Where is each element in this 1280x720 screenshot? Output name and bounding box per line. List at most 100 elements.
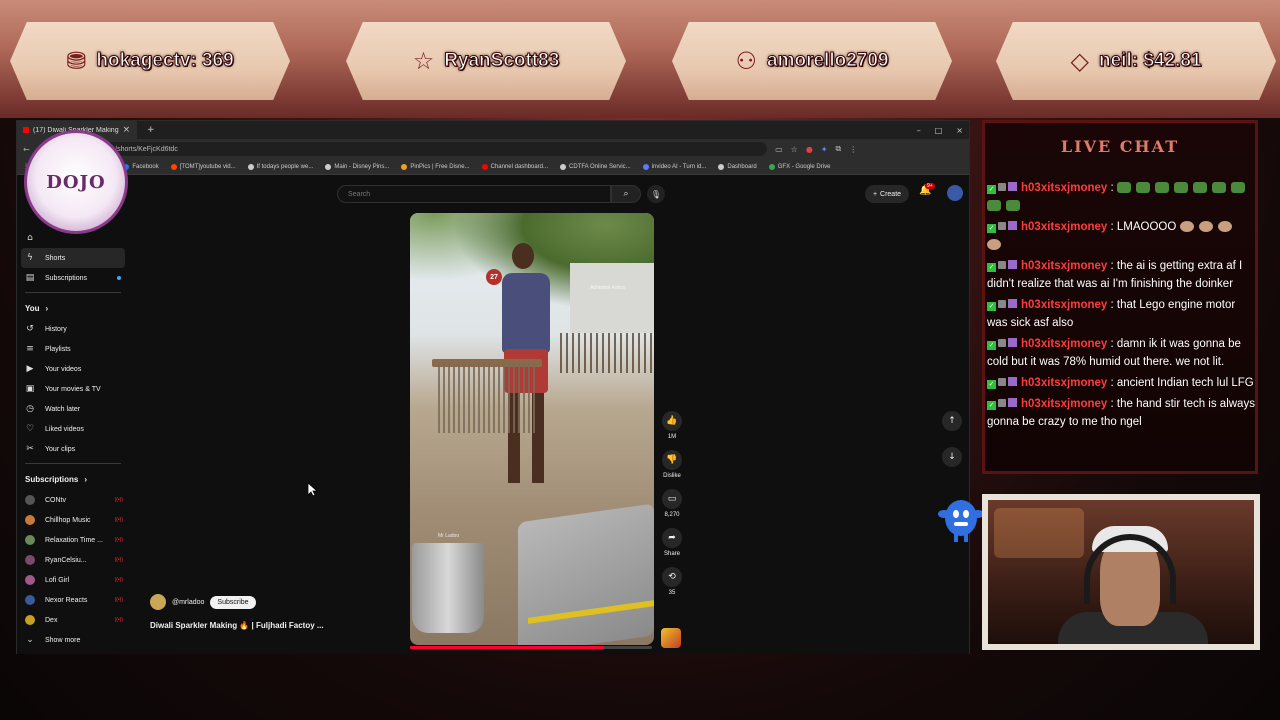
video-scene-fence <box>560 333 654 373</box>
bookmark-item[interactable]: PinPics | Free Disne... <box>401 163 470 170</box>
sidebar-item[interactable]: ↺ History <box>17 319 129 339</box>
sidebar-subscription[interactable]: Dex ((•)) <box>17 610 129 630</box>
video-tray <box>518 503 654 645</box>
sidebar-item[interactable]: ✂ Your clips <box>17 439 129 459</box>
avatar[interactable] <box>947 185 963 201</box>
sidebar-subscription[interactable]: CONtv ((•)) <box>17 490 129 510</box>
subscribe-button[interactable]: Subscribe <box>210 595 256 609</box>
channel-name[interactable]: @mrladoo <box>172 599 204 606</box>
coin-stack-icon: ⛃ <box>66 47 87 75</box>
sidebar-subscription[interactable]: Chillhop Music ((•)) <box>17 510 129 530</box>
sidebar-item[interactable]: ▶ Your videos <box>17 359 129 379</box>
browser-window: (17) Diwali Sparkler Making × + – □ × ← … <box>16 120 970 654</box>
previous-short-button[interactable]: ↑ <box>942 411 962 431</box>
show-more-button[interactable]: ⌄ Show more <box>17 630 129 650</box>
bookmark-item[interactable]: Dashboard <box>718 163 757 170</box>
subscriber-badge-icon <box>1008 377 1017 386</box>
video-sparkler-rack <box>438 363 538 433</box>
avatar <box>25 515 35 525</box>
bookmark-favicon-icon <box>247 163 254 170</box>
next-short-button[interactable]: ↓ <box>942 447 962 467</box>
short-title[interactable]: Diwali Sparkler Making 🔥 | Fuljhadi Fact… <box>150 621 324 630</box>
action-thumbs-down[interactable]: 👎 Dislike <box>661 450 683 479</box>
emote-icon <box>1230 182 1245 194</box>
voice-search-button[interactable]: 🎙 <box>647 185 665 203</box>
bookmark-item[interactable]: CDTFA Online Servic... <box>560 163 631 170</box>
minimize-icon[interactable]: – <box>917 126 921 135</box>
sound-thumbnail[interactable] <box>661 628 681 648</box>
watch-later-icon: ◷ <box>26 404 34 414</box>
cast-icon[interactable]: ▭ <box>775 145 783 154</box>
sidebar-subscription[interactable]: Lofi Girl ((•)) <box>17 570 129 590</box>
video-progress-bar[interactable] <box>410 646 652 649</box>
close-tab-icon[interactable]: × <box>123 125 131 135</box>
bookmark-star-icon[interactable]: ☆ <box>791 145 798 154</box>
channel-avatar[interactable] <box>150 594 166 610</box>
webcam-background-light <box>994 508 1084 558</box>
extension-icon[interactable]: ✦ <box>821 145 828 154</box>
chat-title: LIVE CHAT <box>1060 137 1180 156</box>
emote-icon <box>1211 182 1226 194</box>
sidebar-section-subscriptions[interactable]: Subscriptions › <box>17 468 129 490</box>
video-watermark: Abhishek Ashra <box>590 285 625 291</box>
bookmark-label: PinPics | Free Disne... <box>410 163 470 170</box>
url-field[interactable]: youtube.com/shorts/KeFjcKd6tdc <box>67 142 768 156</box>
bookmark-item[interactable]: Channel dashboard... <box>481 163 548 170</box>
sidebar-section-you[interactable]: You › <box>17 297 129 319</box>
emote-icon <box>1006 200 1020 212</box>
bookmark-item[interactable]: GFX - Google Drive <box>768 163 831 170</box>
sidebar-item[interactable]: ▣ Your movies & TV <box>17 379 129 399</box>
plaque-top-donation: ◇ neil: $42.81 <box>996 22 1276 100</box>
sidebar-item-label: Dex <box>45 616 58 624</box>
action-comment[interactable]: ▭ 8,270 <box>661 489 683 518</box>
live-indicator-icon: ((•)) <box>114 597 123 603</box>
close-window-icon[interactable]: × <box>956 126 963 135</box>
sidebar-subscription[interactable]: Relaxation Time ... ((•)) <box>17 530 129 550</box>
menu-icon[interactable]: ⋮ <box>849 145 857 154</box>
bookmark-label: GFX - Google Drive <box>777 163 831 170</box>
new-tab-button[interactable]: + <box>147 125 155 135</box>
sidebar-item[interactable]: ♡ Liked videos <box>17 419 129 439</box>
search-input[interactable]: Search <box>337 185 611 203</box>
bookmark-item[interactable]: [TOMT]youtube vid... <box>170 163 236 170</box>
tab-bar: (17) Diwali Sparkler Making × + – □ × <box>17 121 969 139</box>
chat-separator: : <box>1107 221 1117 233</box>
bookmark-item[interactable]: Facebook <box>123 163 159 170</box>
chat-username: h03xitsxjmoney <box>1021 260 1108 272</box>
sidebar-item-shorts[interactable]: ϟ Shorts <box>21 248 125 268</box>
video-bucket <box>412 543 484 633</box>
sidebar-item[interactable]: ≡ Playlists <box>17 339 129 359</box>
action-remix[interactable]: ⟲ 35 <box>661 567 683 596</box>
sidebar-item-subscriptions[interactable]: ▤ Subscriptions <box>17 268 129 288</box>
sidebar-subscription[interactable]: RyanCelsiu... ((•)) <box>17 550 129 570</box>
live-indicator-icon: ((•)) <box>114 617 123 623</box>
chat-message: ✓ h03xitsxjmoney : that Lego engine motor… <box>985 296 1255 332</box>
extension-icon[interactable]: ● <box>806 145 813 154</box>
sidebar-subscription[interactable]: Nexor Reacts ((•)) <box>17 590 129 610</box>
window-controls: – □ × <box>917 126 969 135</box>
puzzle-icon[interactable]: ⧉ <box>836 144 842 154</box>
verified-badge-icon: ✓ <box>987 302 996 311</box>
bookmark-item[interactable]: If todays people we... <box>247 163 313 170</box>
search-button[interactable]: ⌕ <box>611 185 641 203</box>
moderator-badge-icon <box>998 300 1006 308</box>
emote-icon <box>1198 221 1213 233</box>
sidebar-item[interactable]: ◷ Watch later <box>17 399 129 419</box>
action-thumbs-up[interactable]: 👍 1M <box>661 411 683 440</box>
plaque-top-sub: ☆ RyanScott83 <box>346 22 626 100</box>
bookmark-item[interactable]: invideo AI - Turn id... <box>642 163 706 170</box>
bookmark-item[interactable]: Main - Disney Pins... <box>325 163 389 170</box>
maximize-icon[interactable]: □ <box>935 126 943 135</box>
back-icon[interactable]: ← <box>23 145 30 154</box>
create-button[interactable]: + Create <box>865 185 909 203</box>
sidebar-item-label: Subscriptions <box>45 274 88 282</box>
short-video-player[interactable]: 27 Abhishek Ashra Mr Ladoo <box>410 213 654 645</box>
sidebar-item-label: History <box>45 325 67 333</box>
mascot-character-icon <box>938 500 984 542</box>
avatar <box>25 555 35 565</box>
action-share[interactable]: ➦ Share <box>661 528 683 557</box>
chat-message: ✓ h03xitsxjmoney : the hand stir tech is … <box>985 395 1255 431</box>
subscriber-badge-icon <box>1008 299 1017 308</box>
avatar <box>25 615 35 625</box>
video-scene-wall <box>570 263 654 333</box>
